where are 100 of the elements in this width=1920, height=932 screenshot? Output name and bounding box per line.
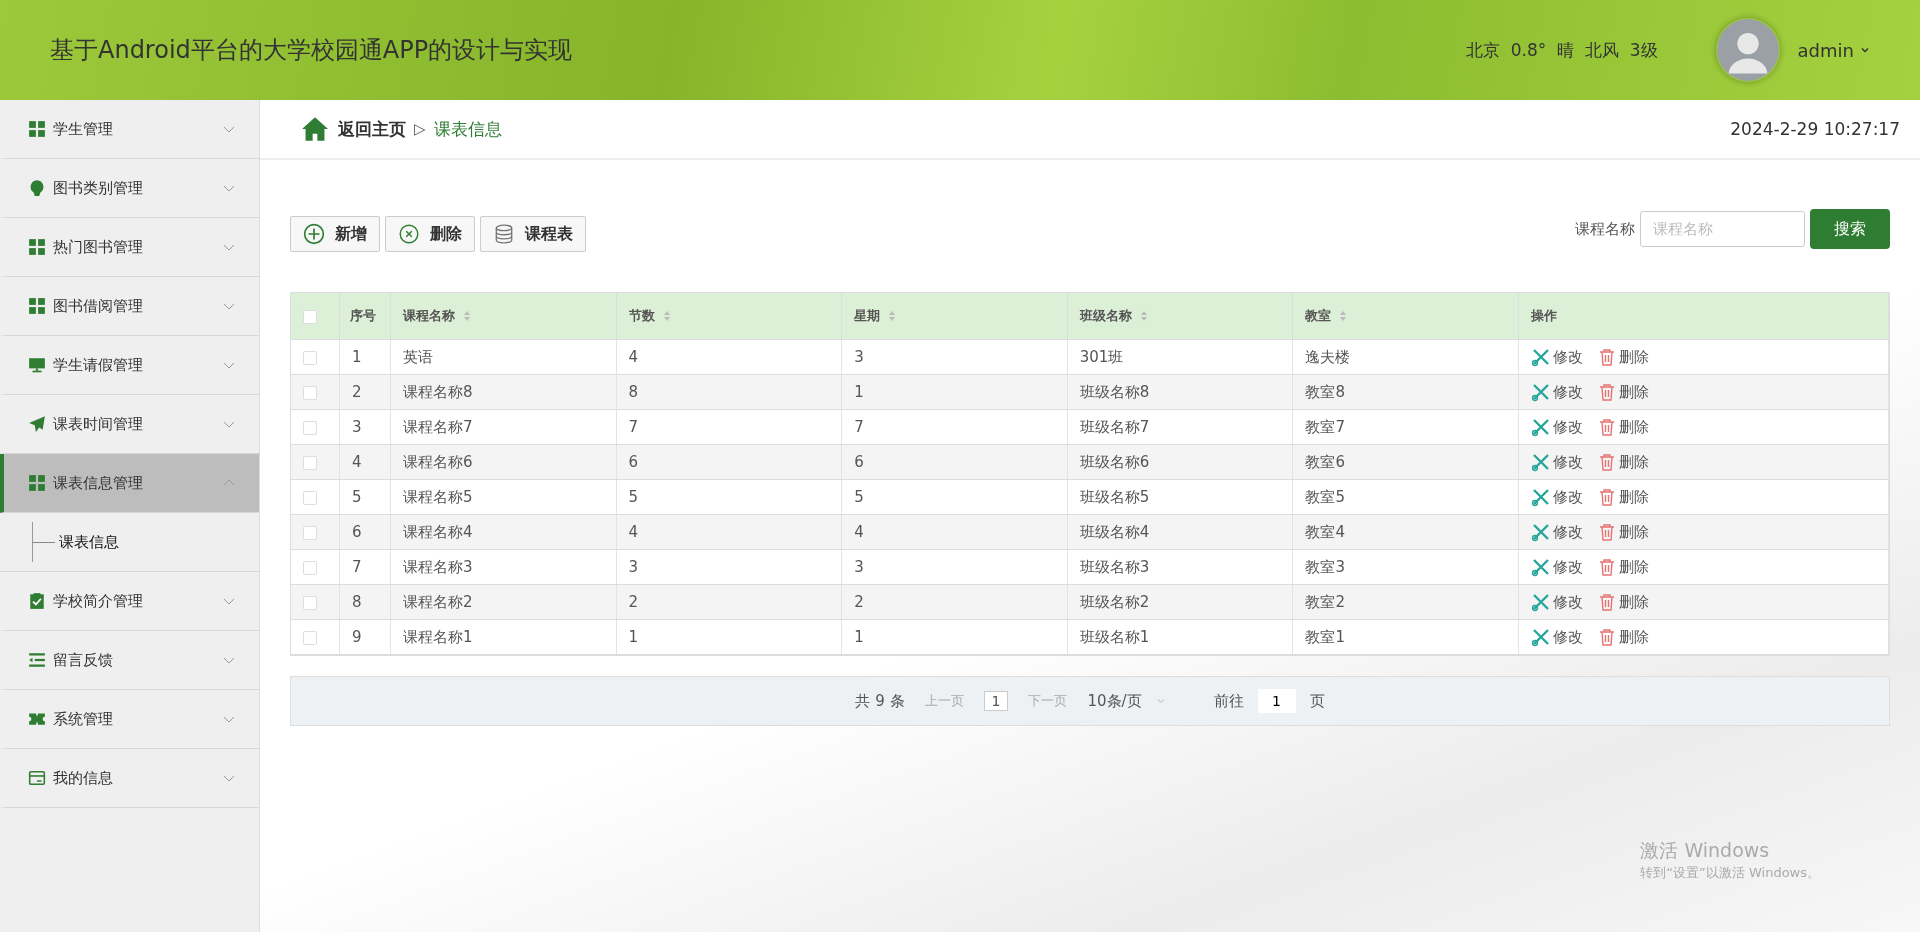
database-icon — [493, 223, 515, 245]
trash-icon — [1597, 382, 1617, 402]
search-field[interactable]: 课程名称 — [1640, 211, 1805, 247]
menu-label: 系统管理 — [53, 709, 114, 729]
goto-label: 前往 — [1213, 691, 1244, 711]
table-cell: 教室2 — [1305, 592, 1345, 611]
toolbar-button[interactable]: 新增 — [290, 216, 380, 252]
column-header-cell[interactable]: 节数 — [616, 293, 842, 340]
activation-text: 转到“设置”以激活 Windows。 — [1640, 864, 1820, 882]
goto-page-field[interactable]: 1 — [1257, 689, 1296, 713]
table-cell: 6 — [352, 523, 362, 541]
row-checkbox[interactable] — [303, 420, 317, 435]
delete-link[interactable]: 删除 — [1597, 347, 1649, 367]
row-checkbox[interactable] — [303, 490, 317, 505]
menu-label: 图书借阅管理 — [53, 296, 144, 316]
edit-link[interactable]: 修改 — [1531, 627, 1583, 647]
delete-link[interactable]: 删除 — [1597, 627, 1649, 647]
table-cell: 1 — [352, 348, 362, 366]
trash-icon — [1597, 592, 1617, 612]
table-cell: 教室4 — [1305, 522, 1345, 541]
table-cell: 课程名称8 — [403, 382, 473, 401]
sidebar-menu-item[interactable]: 学校简介管理 — [0, 572, 259, 631]
search-button[interactable]: 搜索 — [1810, 209, 1890, 249]
toolbar-button[interactable]: 课程表 — [480, 216, 586, 252]
edit-link[interactable]: 修改 — [1531, 487, 1583, 507]
column-header-cell[interactable]: 班级名称 — [1067, 293, 1293, 340]
sidebar-menu-item[interactable]: 留言反馈 — [0, 631, 259, 690]
page-number[interactable]: 1 — [983, 691, 1009, 711]
edit-link[interactable]: 修改 — [1531, 522, 1583, 542]
total-count: 共 9 条 — [855, 691, 905, 711]
delete-link[interactable]: 删除 — [1597, 417, 1649, 437]
sidebar-menu-item[interactable]: 学生管理 — [0, 100, 259, 159]
table-cell: 6 — [854, 453, 864, 471]
table-cell: 英语 — [403, 347, 433, 366]
breadcrumb-separator: ▷ — [414, 120, 426, 138]
delete-link[interactable]: 删除 — [1597, 382, 1649, 402]
row-checkbox[interactable] — [303, 630, 317, 645]
delete-link[interactable]: 删除 — [1597, 452, 1649, 472]
menu-label: 我的信息 — [53, 768, 114, 788]
sidebar-menu-item[interactable]: 我的信息 — [0, 749, 259, 808]
column-header-cell[interactable]: 星期 — [841, 293, 1068, 340]
tools-icon — [1531, 382, 1551, 402]
page-unit-label: 页 — [1309, 691, 1325, 711]
delete-link[interactable]: 删除 — [1597, 557, 1649, 577]
submenu-item[interactable]: 课表信息 — [32, 522, 119, 562]
table-cell: 2 — [854, 593, 864, 611]
sidebar-menu-item[interactable]: 图书借阅管理 — [0, 277, 259, 336]
sort-icon — [463, 310, 471, 322]
column-header-cell[interactable]: 操作 — [1518, 293, 1889, 340]
table-cell: 6 — [628, 453, 639, 471]
table-cell: 301班 — [1079, 347, 1124, 366]
sort-icon — [1139, 310, 1148, 322]
trash-icon — [1597, 522, 1617, 542]
table-cell: 教室8 — [1305, 382, 1345, 401]
toolbar-button[interactable]: 删除 — [385, 216, 475, 252]
edit-link[interactable]: 修改 — [1531, 417, 1583, 437]
menu-label: 课表时间管理 — [53, 414, 144, 434]
row-checkbox[interactable] — [303, 525, 317, 540]
menu-label: 学生管理 — [53, 119, 114, 139]
home-link[interactable]: 返回主页 — [338, 117, 406, 141]
menu-label: 课表信息管理 — [53, 473, 144, 493]
edit-link[interactable]: 修改 — [1531, 347, 1583, 367]
sidebar-menu-item[interactable]: 系统管理 — [0, 690, 259, 749]
sidebar-menu-item[interactable]: 热门图书管理 — [0, 218, 259, 277]
user-menu[interactable]: admin — [1797, 39, 1870, 61]
menu-label: 热门图书管理 — [53, 237, 144, 257]
table-cell: 4 — [854, 523, 864, 541]
sidebar-menu-item[interactable]: 课表信息管理 — [0, 454, 259, 513]
table-cell: 7 — [352, 558, 362, 576]
table-cell: 3 — [352, 418, 362, 436]
edit-link[interactable]: 修改 — [1531, 452, 1583, 472]
sidebar-menu-item[interactable]: 图书类别管理 — [0, 159, 259, 218]
column-header-cell[interactable]: 教室 — [1292, 293, 1519, 340]
edit-link[interactable]: 修改 — [1531, 382, 1583, 402]
table-cell: 4 — [352, 453, 362, 471]
delete-link[interactable]: 删除 — [1597, 592, 1649, 612]
table-cell: 8 — [352, 593, 362, 611]
delete-link[interactable]: 删除 — [1597, 522, 1649, 542]
row-checkbox[interactable] — [303, 350, 317, 365]
delete-link[interactable]: 删除 — [1597, 487, 1649, 507]
trash-icon — [1597, 627, 1617, 647]
paper-plane-icon — [28, 415, 46, 433]
sidebar-menu-item[interactable]: 学生请假管理 — [0, 336, 259, 395]
table-cell: 2 — [628, 593, 639, 611]
select-all-checkbox[interactable] — [303, 309, 317, 324]
page-size-select[interactable]: 10条/页 — [1087, 691, 1166, 711]
activation-title: 激活 Windows — [1640, 838, 1771, 863]
edit-link[interactable]: 修改 — [1531, 592, 1583, 612]
table-cell: 2 — [352, 383, 362, 401]
edit-link[interactable]: 修改 — [1531, 557, 1583, 577]
column-header-cell[interactable]: 序号 — [339, 293, 391, 340]
table-cell: 班级名称3 — [1079, 557, 1150, 576]
column-header-cell[interactable]: 课程名称 — [390, 293, 617, 340]
app-title: 基于Android平台的大学校园通APP的设计与实现 — [50, 35, 573, 66]
row-checkbox[interactable] — [303, 455, 317, 470]
row-checkbox[interactable] — [303, 595, 317, 610]
row-checkbox[interactable] — [303, 560, 317, 575]
table-cell: 教室5 — [1305, 487, 1345, 506]
table-cell: 班级名称4 — [1079, 522, 1150, 541]
row-checkbox[interactable] — [303, 385, 317, 400]
